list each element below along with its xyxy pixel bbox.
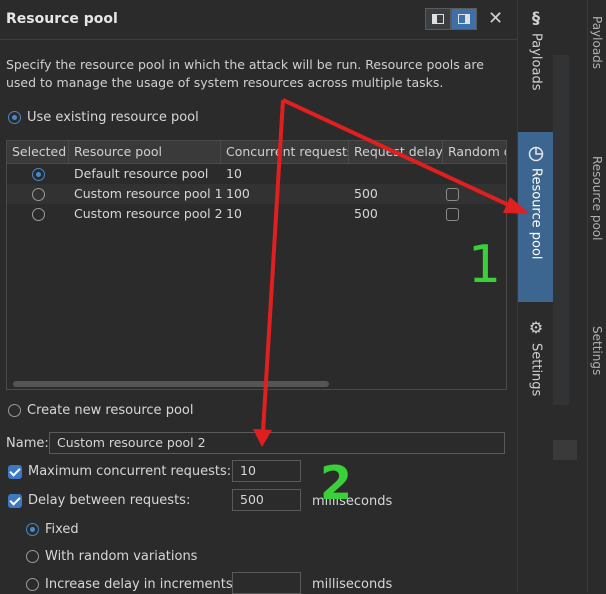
delay-ms-label: milliseconds	[312, 494, 393, 509]
table-row[interactable]: Custom resource pool 1 100 500	[7, 184, 506, 204]
random-checkbox[interactable]	[446, 188, 459, 201]
tab-settings[interactable]: ⚙ Settings	[518, 318, 554, 418]
layout-left-button[interactable]	[425, 8, 451, 30]
delay-checkbox[interactable]	[8, 493, 22, 508]
panel-title: Resource pool	[6, 11, 118, 27]
max-concurrent-checkbox[interactable]	[8, 464, 22, 479]
column-header-selected[interactable]: Selected	[7, 141, 69, 163]
delay-cell: 500	[354, 186, 378, 201]
side-tab-bar: § Payloads Resource pool ⚙ Settings	[517, 0, 554, 593]
delay-label: Delay between requests:	[28, 493, 191, 508]
table-row[interactable]: Default resource pool 10	[7, 164, 506, 184]
concurrent-cell: 10	[226, 166, 242, 181]
editor-gutter	[553, 55, 569, 405]
delay-field[interactable]: 500	[232, 489, 301, 511]
max-concurrent-label: Maximum concurrent requests:	[28, 464, 232, 479]
use-existing-option[interactable]: Use existing resource pool	[8, 110, 199, 125]
fixed-label: Fixed	[45, 522, 79, 537]
random-checkbox[interactable]	[446, 208, 459, 221]
tab-payloads[interactable]: § Payloads	[518, 8, 554, 118]
layout-toggle	[425, 8, 477, 30]
panel-description: Specify the resource pool in which the a…	[6, 57, 484, 90]
right-payloads-label[interactable]: Payloads	[590, 16, 604, 69]
horizontal-scrollbar[interactable]	[13, 381, 329, 387]
resource-pool-panel: Resource pool ✕ Specify the resource poo…	[0, 0, 517, 594]
resource-pool-table: Selected Resource pool Concurrent reques…	[6, 140, 507, 390]
table-row[interactable]: Custom resource pool 2 10 500	[7, 204, 506, 224]
name-field[interactable]: Custom resource pool 2	[49, 432, 505, 454]
column-header-delay[interactable]: Request delay	[349, 141, 443, 163]
pool-name-cell: Custom resource pool 2	[74, 206, 223, 221]
layout-right-icon	[458, 14, 470, 24]
fixed-option[interactable]: Fixed	[26, 522, 79, 537]
row-select-radio[interactable]	[32, 168, 45, 181]
delay-cell	[349, 164, 354, 184]
table-header: Selected Resource pool Concurrent reques…	[7, 141, 506, 164]
gear-icon: ⚙	[528, 318, 544, 337]
close-icon[interactable]: ✕	[488, 8, 503, 29]
column-header-resource-pool[interactable]: Resource pool	[69, 141, 221, 163]
concurrent-cell: 10	[226, 206, 242, 221]
increase-delay-label: Increase delay in increments of	[45, 577, 250, 592]
row-select-radio[interactable]	[32, 188, 45, 201]
increase-delay-radio[interactable]	[26, 578, 39, 591]
delay-cell: 500	[354, 206, 378, 221]
fixed-radio[interactable]	[26, 523, 39, 536]
max-concurrent-field[interactable]: 10	[232, 460, 301, 482]
use-existing-label: Use existing resource pool	[27, 110, 199, 125]
random-variations-label: With random variations	[45, 549, 198, 564]
increase-ms-label: milliseconds	[312, 577, 393, 592]
delay-option[interactable]: Delay between requests:	[8, 493, 190, 508]
tab-payloads-label: Payloads	[528, 33, 544, 91]
increase-delay-field[interactable]	[232, 572, 301, 594]
payloads-icon: §	[532, 8, 540, 27]
name-label: Name:	[6, 436, 49, 451]
editor-fragment	[553, 440, 577, 460]
right-tool-strip: Payloads Resource pool Settings	[587, 0, 606, 593]
pool-name-cell: Default resource pool	[74, 166, 209, 181]
title-divider	[0, 39, 517, 40]
random-variations-option[interactable]: With random variations	[26, 549, 197, 564]
tab-resource-pool[interactable]: Resource pool	[518, 132, 554, 302]
max-concurrent-option[interactable]: Maximum concurrent requests:	[8, 464, 231, 479]
pool-name-cell: Custom resource pool 1	[74, 186, 223, 201]
random-variations-radio[interactable]	[26, 550, 39, 563]
column-header-concurrent[interactable]: Concurrent requests	[221, 141, 349, 163]
layout-left-icon	[432, 14, 444, 24]
concurrent-cell: 100	[226, 186, 250, 201]
create-new-label: Create new resource pool	[27, 403, 194, 418]
tab-resource-pool-label: Resource pool	[528, 168, 544, 260]
row-select-radio[interactable]	[32, 208, 45, 221]
right-settings-label[interactable]: Settings	[590, 326, 604, 375]
column-header-random[interactable]: Random d	[443, 141, 506, 163]
right-resource-pool-label[interactable]: Resource pool	[590, 156, 604, 240]
pie-icon	[528, 146, 544, 162]
increase-delay-option[interactable]: Increase delay in increments of	[26, 577, 249, 592]
tab-settings-label: Settings	[528, 343, 544, 397]
create-new-option[interactable]: Create new resource pool	[8, 403, 193, 418]
layout-right-button[interactable]	[451, 8, 477, 30]
create-new-radio[interactable]	[8, 404, 21, 417]
use-existing-radio[interactable]	[8, 111, 21, 124]
